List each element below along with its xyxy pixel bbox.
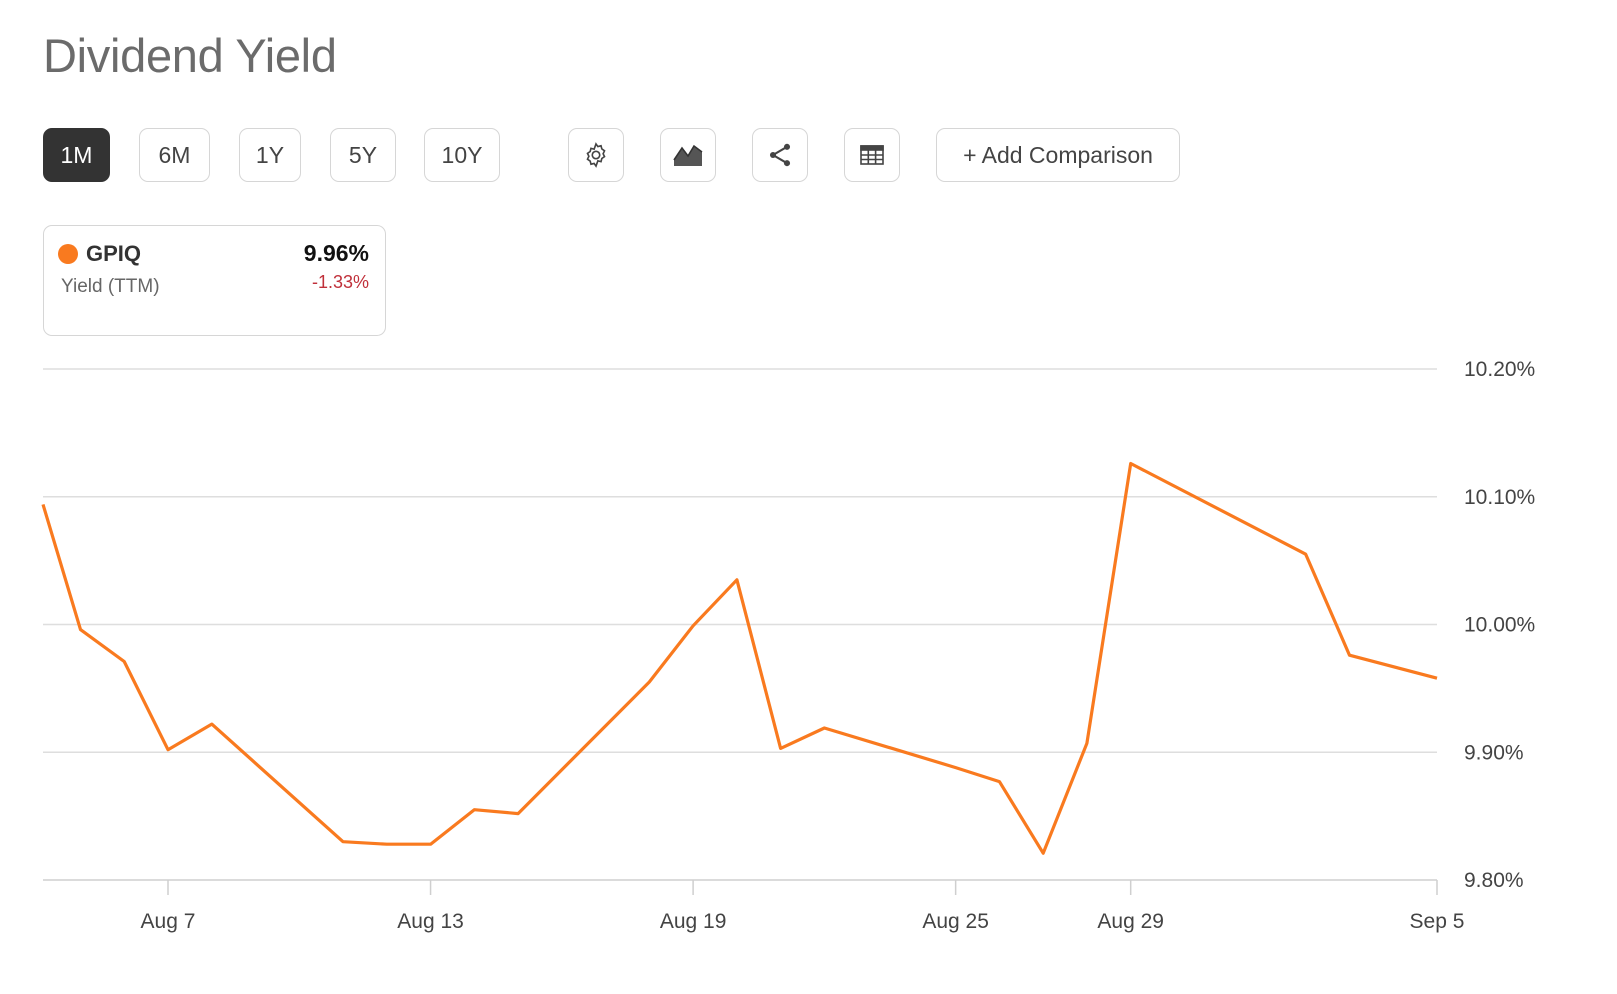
x-tick-label: Aug 7: [141, 910, 196, 933]
x-tick-label: Aug 19: [660, 910, 727, 933]
x-tick-label: Aug 25: [922, 910, 989, 933]
y-tick-label: 10.10%: [1464, 486, 1535, 509]
y-tick-label: 10.00%: [1464, 614, 1535, 637]
y-tick-label: 9.80%: [1464, 869, 1524, 892]
x-tick-label: Sep 5: [1410, 910, 1465, 933]
y-tick-label: 9.90%: [1464, 741, 1524, 764]
series-line-gpiq: [41, 461, 1438, 855]
yield-line-chart: 10.20% 10.10% 10.00% 9.90% 9.80% Aug 7 Aug 13 A…: [41, 358, 1535, 933]
x-tick-label: Aug 29: [1097, 910, 1164, 933]
x-tick-label: Aug 13: [397, 910, 464, 933]
y-tick-label: 10.20%: [1464, 358, 1535, 381]
